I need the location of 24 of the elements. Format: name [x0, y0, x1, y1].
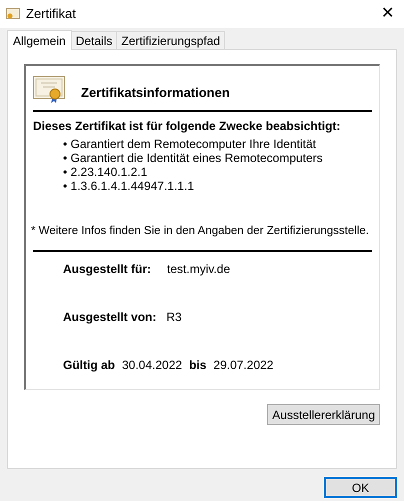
window-title: Zertifikat	[26, 5, 76, 24]
field-value: 29.07.2022	[213, 357, 274, 374]
purpose-heading: Dieses Zertifikat ist für folgende Zwecke beabsichtigt:	[33, 118, 342, 135]
field-label: Ausgestellt von:	[63, 309, 156, 326]
field-value: R3	[166, 309, 182, 326]
field-value: test.myiv.de	[167, 261, 230, 278]
ok-button[interactable]: OK	[324, 477, 397, 498]
tab[interactable]: Allgemein	[7, 30, 72, 50]
section-heading: Zertifikatsinformationen	[81, 84, 230, 102]
field-label: Ausgestellt für:	[63, 261, 152, 278]
certificate-icon	[33, 76, 65, 104]
field-value: 30.04.2022	[122, 357, 182, 374]
issuer-statement-button[interactable]: Ausstellererklärung	[267, 404, 380, 425]
info-note: * Weitere Infos finden Sie in den Angaben der Zertifizierungsstelle.	[31, 224, 370, 239]
tab[interactable]: Details	[72, 31, 118, 49]
purpose-item: • Garantiert dem Remotecomputer Ihre Identität	[63, 137, 317, 151]
tab[interactable]: Zertifizierungspfad	[117, 31, 226, 49]
purpose-item: • 1.3.6.1.4.1.44947.1.1.1	[63, 179, 195, 193]
field-label: Gültig ab	[63, 357, 115, 374]
purpose-item: • 2.23.140.1.2.1	[63, 165, 148, 179]
certificate-icon	[6, 8, 20, 20]
field-label: bis	[189, 357, 206, 374]
close-button[interactable]: ✕	[381, 6, 394, 22]
purpose-item: • Garantiert die Identität eines Remotecomputers	[63, 151, 324, 165]
